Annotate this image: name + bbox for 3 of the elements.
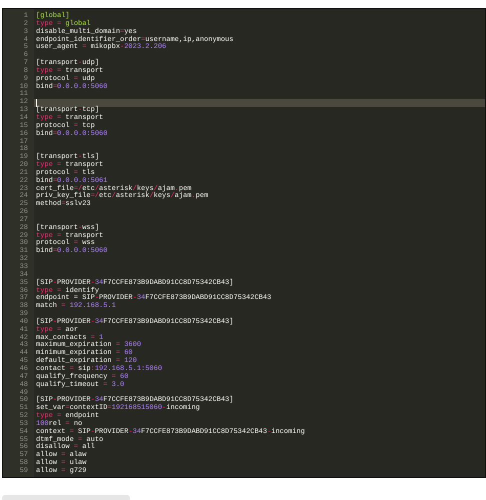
text-cursor	[36, 99, 37, 108]
code-editor[interactable]	[2, 8, 486, 478]
scrollbar[interactable]	[2, 495, 130, 500]
